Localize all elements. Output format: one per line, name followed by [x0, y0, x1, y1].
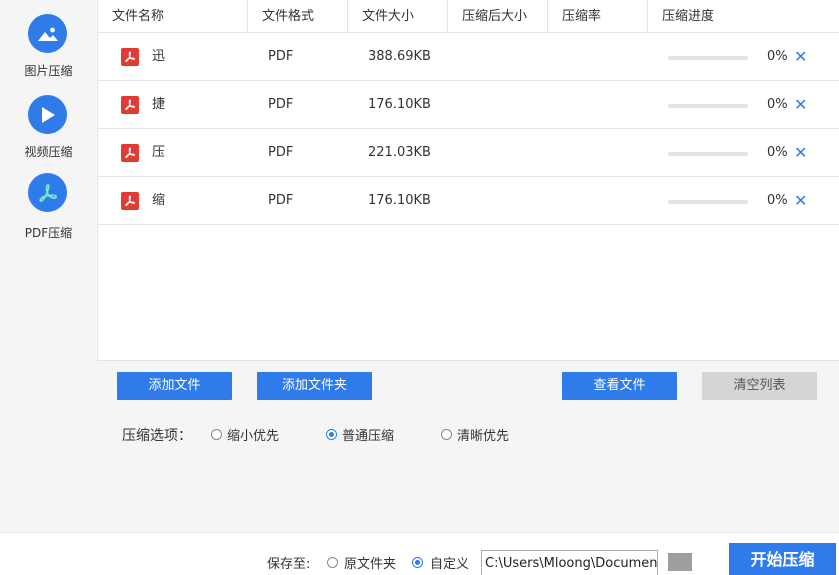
view-files-button[interactable]: 查看文件 — [562, 372, 677, 400]
remove-file-icon[interactable]: ✕ — [794, 129, 807, 177]
progress-text: 0% — [767, 193, 788, 208]
file-size: 176.10KB — [368, 193, 431, 208]
table-header: 文件名称 文件格式 文件大小 压缩后大小 压缩率 压缩进度 — [98, 0, 839, 33]
file-format: PDF — [268, 49, 294, 64]
header-file-name: 文件名称 — [98, 0, 248, 33]
file-table: 文件名称 文件格式 文件大小 压缩后大小 压缩率 压缩进度 迅 PDF 388.… — [97, 0, 839, 361]
progress-bar — [668, 152, 748, 156]
header-ratio: 压缩率 — [548, 0, 648, 33]
option-clear-radio[interactable] — [441, 429, 452, 440]
option-clear-label[interactable]: 清晰优先 — [457, 425, 509, 444]
footer-bar: 保存至: 原文件夹 自定义 开始压缩 — [0, 532, 839, 575]
add-folder-button[interactable]: 添加文件夹 — [257, 372, 372, 400]
nav-label: 图片压缩 — [24, 64, 73, 78]
file-name: 捷 — [152, 97, 166, 112]
file-format: PDF — [268, 193, 294, 208]
file-format: PDF — [268, 97, 294, 112]
file-name: 迅 — [152, 49, 166, 64]
option-normal-radio[interactable] — [326, 429, 337, 440]
pdf-file-icon — [121, 96, 139, 114]
progress-text: 0% — [767, 49, 788, 64]
add-file-button[interactable]: 添加文件 — [117, 372, 232, 400]
file-size: 221.03KB — [368, 145, 431, 160]
header-compressed-size: 压缩后大小 — [448, 0, 548, 33]
save-path-input[interactable] — [481, 550, 658, 575]
nav-video-compress[interactable]: 视频压缩 — [0, 95, 97, 161]
remove-file-icon[interactable]: ✕ — [794, 33, 807, 81]
nav-label: PDF压缩 — [24, 226, 73, 240]
original-folder-radio[interactable] — [327, 557, 338, 568]
remove-file-icon[interactable]: ✕ — [794, 81, 807, 129]
file-size: 388.69KB — [368, 49, 431, 64]
table-row[interactable]: 捷 PDF 176.10KB 0% ✕ — [98, 81, 839, 129]
save-to-label: 保存至: — [267, 557, 311, 572]
table-row[interactable]: 迅 PDF 388.69KB 0% ✕ — [98, 33, 839, 81]
remove-file-icon[interactable]: ✕ — [794, 177, 807, 225]
pdf-icon — [28, 173, 67, 212]
file-name: 压 — [152, 145, 166, 160]
header-file-format: 文件格式 — [248, 0, 348, 33]
table-row[interactable]: 缩 PDF 176.10KB 0% ✕ — [98, 177, 839, 225]
original-folder-label[interactable]: 原文件夹 — [344, 553, 396, 572]
clear-list-button[interactable]: 清空列表 — [702, 372, 817, 400]
custom-folder-label[interactable]: 自定义 — [430, 553, 469, 572]
progress-bar — [668, 56, 748, 60]
option-normal-label[interactable]: 普通压缩 — [342, 425, 394, 444]
custom-folder-radio[interactable] — [412, 557, 423, 568]
file-size: 176.10KB — [368, 97, 431, 112]
header-file-size: 文件大小 — [348, 0, 448, 33]
compress-options-label: 压缩选项： — [122, 428, 192, 444]
pdf-file-icon — [121, 144, 139, 162]
progress-text: 0% — [767, 145, 788, 160]
file-format: PDF — [268, 145, 294, 160]
main-panel: 文件名称 文件格式 文件大小 压缩后大小 压缩率 压缩进度 迅 PDF 388.… — [97, 0, 839, 532]
pdf-file-icon — [121, 192, 139, 210]
start-compress-button[interactable]: 开始压缩 — [729, 543, 836, 575]
nav-pdf-compress[interactable]: PDF压缩 — [0, 173, 97, 241]
browse-folder-icon[interactable] — [668, 553, 692, 571]
option-small-label[interactable]: 缩小优先 — [227, 425, 279, 444]
progress-bar — [668, 104, 748, 108]
nav-image-compress[interactable]: 图片压缩 — [0, 14, 97, 80]
play-icon — [28, 95, 67, 134]
nav-label: 视频压缩 — [24, 145, 73, 159]
image-icon — [28, 14, 67, 53]
file-name: 缩 — [152, 193, 166, 208]
header-progress: 压缩进度 — [662, 9, 715, 24]
pdf-file-icon — [121, 48, 139, 66]
progress-bar — [668, 200, 748, 204]
sidebar: 图片压缩 视频压缩 PDF压缩 — [0, 0, 97, 532]
progress-text: 0% — [767, 97, 788, 112]
option-small-radio[interactable] — [211, 429, 222, 440]
table-row[interactable]: 压 PDF 221.03KB 0% ✕ — [98, 129, 839, 177]
